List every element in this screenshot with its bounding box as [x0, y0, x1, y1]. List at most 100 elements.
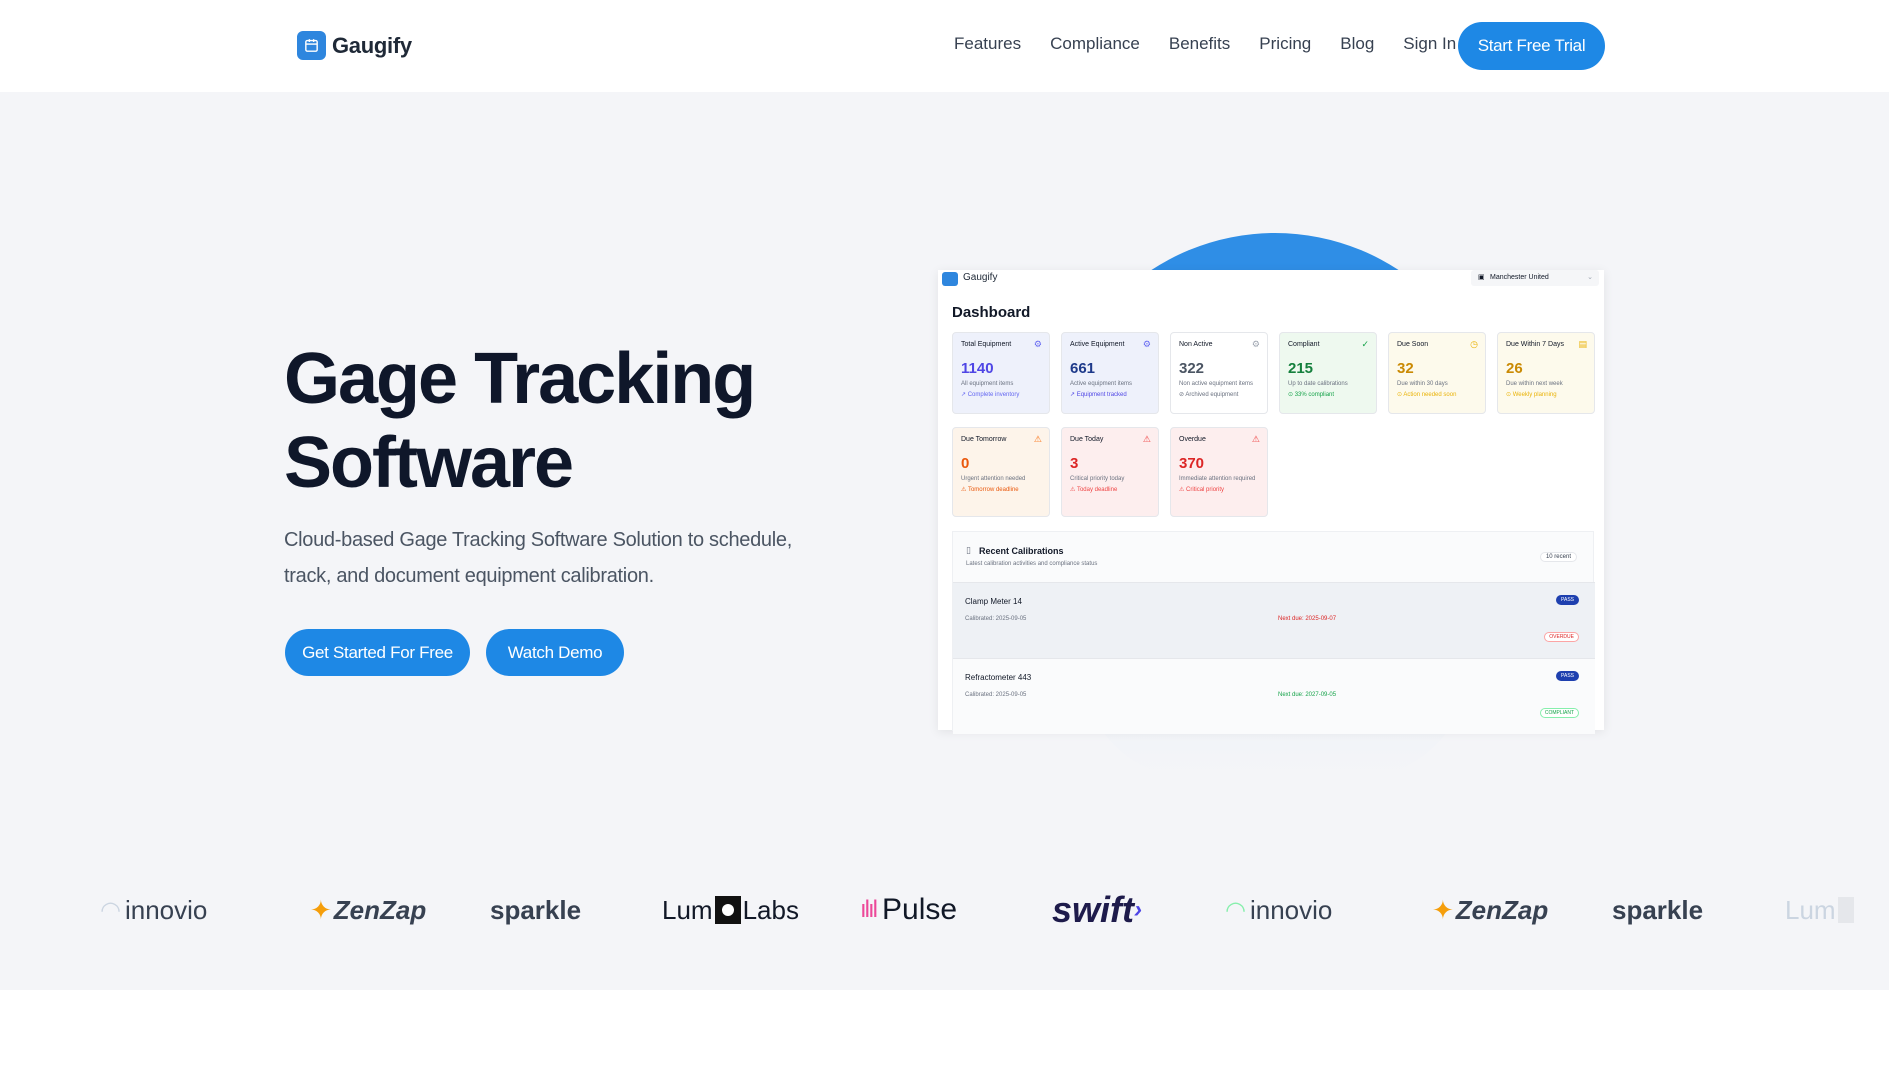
next-due-date: Next due: 2027-09-05 [1278, 692, 1337, 698]
card-due-soon: Due Soon ◷ 32 Due within 30 days ⊙ Actio… [1388, 332, 1486, 414]
card-foot: ⊙ Weekly planning [1506, 392, 1557, 398]
card-label: Compliant [1288, 341, 1320, 348]
card-value: 1140 [961, 360, 994, 377]
fan-icon: ◠ [1225, 896, 1246, 924]
gear-icon: ⚙ [1142, 339, 1151, 349]
card-value: 322 [1179, 360, 1205, 377]
card-label: Due Soon [1397, 341, 1429, 348]
brand-logo[interactable]: Gaugify [297, 31, 412, 60]
logo-pulse: ılıl Pulse [860, 893, 958, 926]
recent-count-badge: 10 recent [1539, 552, 1577, 562]
card-label: Total Equipment [961, 341, 1012, 348]
nav-link-sign-in[interactable]: Sign In [1403, 34, 1456, 54]
hero-title: Gage Tracking Software [284, 337, 844, 505]
customer-logos-strip: ◠ innovio ✦ ZenZap sparkle Lum Labs ılıl… [0, 880, 1889, 990]
card-foot: ↗ Equipment tracked [1070, 392, 1127, 398]
status-badge: OVERDUE [1544, 632, 1579, 642]
recent-calibrations-panel: ▯ Recent Calibrations Latest calibration… [952, 531, 1595, 734]
dashboard-header: Gaugify ▣ Manchester United ⌄ [938, 270, 1604, 287]
hero-subtitle-line-1: Cloud-based Gage Tracking Software Solut… [284, 529, 792, 551]
dashboard-title: Dashboard [952, 304, 1031, 321]
start-free-trial-button[interactable]: Start Free Trial [1458, 22, 1605, 70]
card-value: 26 [1506, 360, 1523, 377]
org-selector: ▣ Manchester United ⌄ [1471, 270, 1599, 286]
logo-lumlabs-2: Lum [1785, 880, 1854, 940]
card-label: Due Today [1070, 436, 1104, 443]
square-icon [1837, 897, 1854, 923]
nav-link-features[interactable]: Features [954, 34, 1021, 54]
result-badge: PASS [1556, 595, 1579, 605]
nav-link-compliance[interactable]: Compliance [1050, 34, 1140, 54]
logo-zenzap: ✦ ZenZap [310, 894, 427, 925]
equipment-name: Refractometer 443 [965, 673, 1032, 682]
card-label: Active Equipment [1070, 341, 1125, 348]
card-value: 215 [1288, 360, 1314, 377]
card-label: Due Tomorrow [961, 436, 1007, 443]
square-icon [714, 896, 741, 924]
card-label: Overdue [1179, 436, 1206, 443]
document-icon: ▯ [966, 545, 971, 555]
logo-zenzap-2: ✦ ZenZap [1432, 894, 1549, 925]
status-badge: COMPLIANT [1539, 708, 1579, 718]
card-desc: Immediate attention required [1179, 476, 1256, 482]
next-due-date: Next due: 2025-09-07 [1278, 616, 1337, 622]
page-bottom [0, 990, 1889, 1079]
dashboard-logo-icon [942, 272, 958, 286]
spark-icon: ✦ [310, 894, 332, 925]
card-value: 32 [1397, 360, 1414, 377]
get-started-button[interactable]: Get Started For Free [285, 629, 470, 676]
calendar-icon [297, 31, 326, 60]
dashboard-preview: Gaugify ▣ Manchester United ⌄ Dashboard … [938, 270, 1604, 734]
card-total-equipment: Total Equipment ⚙ 1140 All equipment ite… [952, 332, 1050, 414]
gear-icon: ⚙ [1033, 339, 1042, 349]
hero-title-line-1: Gage Tracking [284, 339, 756, 419]
watch-demo-button[interactable]: Watch Demo [486, 629, 624, 676]
card-active-equipment: Active Equipment ⚙ 661 Active equipment … [1061, 332, 1159, 414]
chevron-down-icon: ⌄ [1587, 274, 1593, 281]
gear-icon: ⚙ [1251, 339, 1260, 349]
table-row[interactable]: Clamp Meter 14 Calibrated: 2025-09-05 Ne… [953, 582, 1595, 658]
dashboard-brand: Gaugify [963, 272, 998, 283]
calendar-icon: ▤ [1578, 339, 1587, 349]
recent-subtitle: Latest calibration activities and compli… [966, 561, 1098, 567]
logo-sparkle: sparkle [490, 894, 582, 925]
fan-icon: ◠ [100, 896, 121, 924]
warning-icon: ⚠ [1142, 434, 1151, 444]
card-due-within-7-days: Due Within 7 Days ▤ 26 Due within next w… [1497, 332, 1595, 414]
arrow-icon: › [1134, 896, 1143, 923]
card-foot: ⊙ Action needed soon [1397, 392, 1457, 398]
building-icon: ▣ [1478, 274, 1485, 281]
hero-subtitle-line-2: track, and document equipment calibratio… [284, 565, 654, 587]
brand-name: Gaugify [332, 32, 412, 58]
card-foot: ⚠ Tomorrow deadline [961, 487, 1019, 493]
table-row[interactable]: Refractometer 443 Calibrated: 2025-09-05… [953, 658, 1595, 734]
nav-links: Features Compliance Benefits Pricing Blo… [954, 34, 1485, 54]
nav-link-pricing[interactable]: Pricing [1259, 34, 1311, 54]
nav-link-blog[interactable]: Blog [1340, 34, 1374, 54]
card-non-active: Non Active ⚙ 322 Non active equipment it… [1170, 332, 1268, 414]
hero-section: Gage Tracking Software Cloud-based Gage … [0, 92, 1889, 990]
card-value: 370 [1179, 455, 1205, 472]
card-desc: Up to date calibrations [1288, 381, 1348, 387]
card-foot: ⚠ Critical priority [1179, 487, 1225, 493]
card-compliant: Compliant ✓ 215 Up to date calibrations … [1279, 332, 1377, 414]
hero-subtitle: Cloud-based Gage Tracking Software Solut… [284, 522, 804, 594]
card-label: Non Active [1179, 341, 1213, 348]
card-desc: Due within 30 days [1397, 381, 1448, 387]
card-value: 0 [961, 455, 970, 472]
card-value: 3 [1070, 455, 1079, 472]
equipment-name: Clamp Meter 14 [965, 597, 1022, 606]
card-value: 661 [1070, 360, 1096, 377]
spark-icon: ✦ [1432, 894, 1454, 925]
card-desc: Active equipment items [1070, 381, 1133, 387]
card-overdue: Overdue ⚠ 370 Immediate attention requir… [1170, 427, 1268, 517]
card-foot: ⊘ Archived equipment [1179, 392, 1239, 398]
logo-innovio: ◠ innovio [100, 894, 208, 925]
logo-innovio-2: ◠ innovio [1225, 894, 1333, 925]
logo-sparkle-2: sparkle [1612, 894, 1704, 925]
warning-icon: ⚠ [1251, 434, 1260, 444]
warning-icon: ⚠ [1033, 434, 1042, 444]
nav-link-benefits[interactable]: Benefits [1169, 34, 1230, 54]
org-name: Manchester United [1490, 274, 1549, 281]
calibrated-date: Calibrated: 2025-09-05 [965, 692, 1027, 698]
